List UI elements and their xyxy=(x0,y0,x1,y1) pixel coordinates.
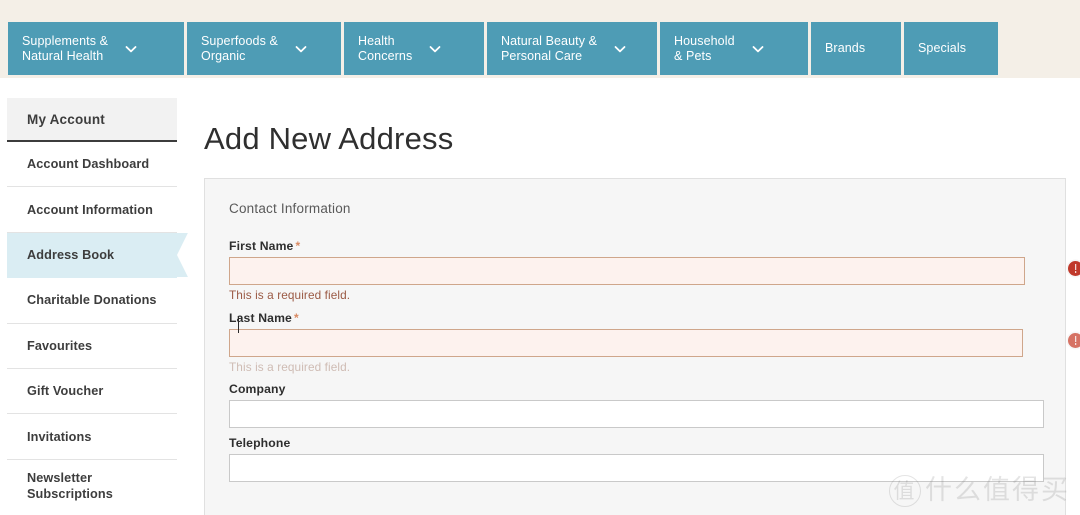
field-last-name: Last Name * This is a required field. xyxy=(229,311,1080,374)
first-name-error-message: This is a required field. xyxy=(229,288,351,302)
contact-information-panel: Contact Information First Name * This is … xyxy=(204,178,1080,515)
sidebar-item-account-information[interactable]: Account Information xyxy=(7,187,177,233)
main-content: Add New Address xyxy=(204,98,1066,158)
company-label-text: Company xyxy=(229,382,286,396)
account-sidebar: My Account Account Dashboard Account Inf… xyxy=(7,98,188,512)
chevron-down-icon xyxy=(751,42,765,56)
page-title: Add New Address xyxy=(204,121,454,156)
chevron-down-icon xyxy=(124,42,138,56)
sidebar-item-label: Favourites xyxy=(27,338,93,353)
sidebar-item-label: Charitable Donations xyxy=(27,293,157,308)
field-first-name: First Name * This is a required field. xyxy=(229,239,1080,302)
fieldset-legend: Contact Information xyxy=(229,201,351,216)
nav-item-health-concerns[interactable]: Health Concerns xyxy=(344,22,484,75)
company-input[interactable] xyxy=(229,400,1044,428)
nav-item-label: Household & Pets xyxy=(674,33,735,63)
telephone-input[interactable] xyxy=(229,454,1044,482)
nav-item-label: Specials xyxy=(918,41,967,55)
first-name-label: First Name * xyxy=(229,239,1049,253)
nav-item-label: Natural Beauty & Personal Care xyxy=(501,33,598,63)
sidebar-item-label: Account Information xyxy=(27,202,153,217)
nav-item-household-pets[interactable]: Household & Pets xyxy=(660,22,808,75)
nav-item-label: Superfoods & Organic xyxy=(201,33,278,63)
sidebar-item-label: Invitations xyxy=(27,429,92,444)
error-exclamation-icon xyxy=(1068,333,1080,348)
chevron-down-icon xyxy=(294,42,308,56)
sidebar-item-favourites[interactable]: Favourites xyxy=(7,324,177,369)
text-cursor xyxy=(238,317,239,333)
nav-item-list: Supplements & Natural Health Superfoods … xyxy=(8,22,998,75)
sidebar-item-label: Address Book xyxy=(27,247,115,262)
chevron-down-icon xyxy=(428,42,442,56)
company-label: Company xyxy=(229,382,1049,396)
active-item-notch xyxy=(177,232,188,278)
required-marker: * xyxy=(295,239,301,253)
last-name-error-message: This is a required field. xyxy=(229,360,351,374)
sidebar-item-charitable-donations[interactable]: Charitable Donations xyxy=(7,278,177,324)
sidebar-item-gift-voucher[interactable]: Gift Voucher xyxy=(7,369,177,415)
nav-item-label: Brands xyxy=(825,41,866,55)
sidebar-item-invitations[interactable]: Invitations xyxy=(7,414,177,460)
nav-item-label: Supplements & Natural Health xyxy=(22,33,109,63)
field-telephone: Telephone xyxy=(229,436,1049,482)
top-navigation-bar: Supplements & Natural Health Superfoods … xyxy=(0,0,1080,78)
sidebar-header-label: My Account xyxy=(27,111,106,127)
address-form: First Name * This is a required field. La… xyxy=(229,239,1080,482)
nav-item-supplements-natural-health[interactable]: Supplements & Natural Health xyxy=(8,22,184,75)
nav-item-natural-beauty-personal-care[interactable]: Natural Beauty & Personal Care xyxy=(487,22,657,75)
last-name-input[interactable] xyxy=(229,329,1023,357)
nav-item-specials[interactable]: Specials xyxy=(904,22,998,75)
first-name-label-text: First Name xyxy=(229,239,294,253)
field-company: Company xyxy=(229,382,1049,428)
sidebar-item-newsletter-subscriptions[interactable]: Newsletter Subscriptions xyxy=(7,460,177,512)
sidebar-item-address-book[interactable]: Address Book xyxy=(7,232,188,279)
nav-item-label: Health Concerns xyxy=(358,33,413,63)
nav-item-brands[interactable]: Brands xyxy=(811,22,901,75)
sidebar-header: My Account xyxy=(7,98,177,142)
sidebar-item-label: Account Dashboard xyxy=(27,157,150,172)
page-root: Supplements & Natural Health Superfoods … xyxy=(0,0,1080,515)
telephone-label: Telephone xyxy=(229,436,1049,450)
chevron-down-icon xyxy=(613,42,627,56)
sidebar-item-account-dashboard[interactable]: Account Dashboard xyxy=(7,142,177,188)
telephone-label-text: Telephone xyxy=(229,436,291,450)
sidebar-item-label: Newsletter Subscriptions xyxy=(27,470,113,501)
error-exclamation-icon xyxy=(1068,261,1080,276)
nav-item-superfoods-organic[interactable]: Superfoods & Organic xyxy=(187,22,341,75)
sidebar-item-label: Gift Voucher xyxy=(27,384,104,399)
first-name-input[interactable] xyxy=(229,257,1025,285)
last-name-label: Last Name * xyxy=(229,311,1049,325)
required-marker: * xyxy=(294,311,299,325)
